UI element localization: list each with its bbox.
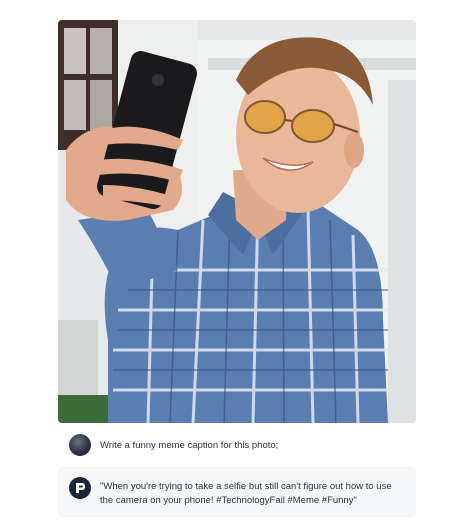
- reply-text: "When you're trying to take a selfie but…: [100, 480, 392, 508]
- reply-message: "When you're trying to take a selfie but…: [58, 467, 416, 517]
- selfie-photo: [58, 20, 416, 423]
- user-avatar: [69, 434, 91, 456]
- reply-line-1: "When you're trying to take a selfie but…: [100, 481, 392, 492]
- reply-line-2: the camera on your phone! #TechnologyFai…: [100, 495, 357, 506]
- prompt-text: Write a funny meme caption for this phot…: [100, 439, 279, 451]
- assistant-avatar: [69, 477, 91, 499]
- assistant-logo-icon: [76, 483, 85, 493]
- prompt-message: Write a funny meme caption for this phot…: [58, 430, 416, 460]
